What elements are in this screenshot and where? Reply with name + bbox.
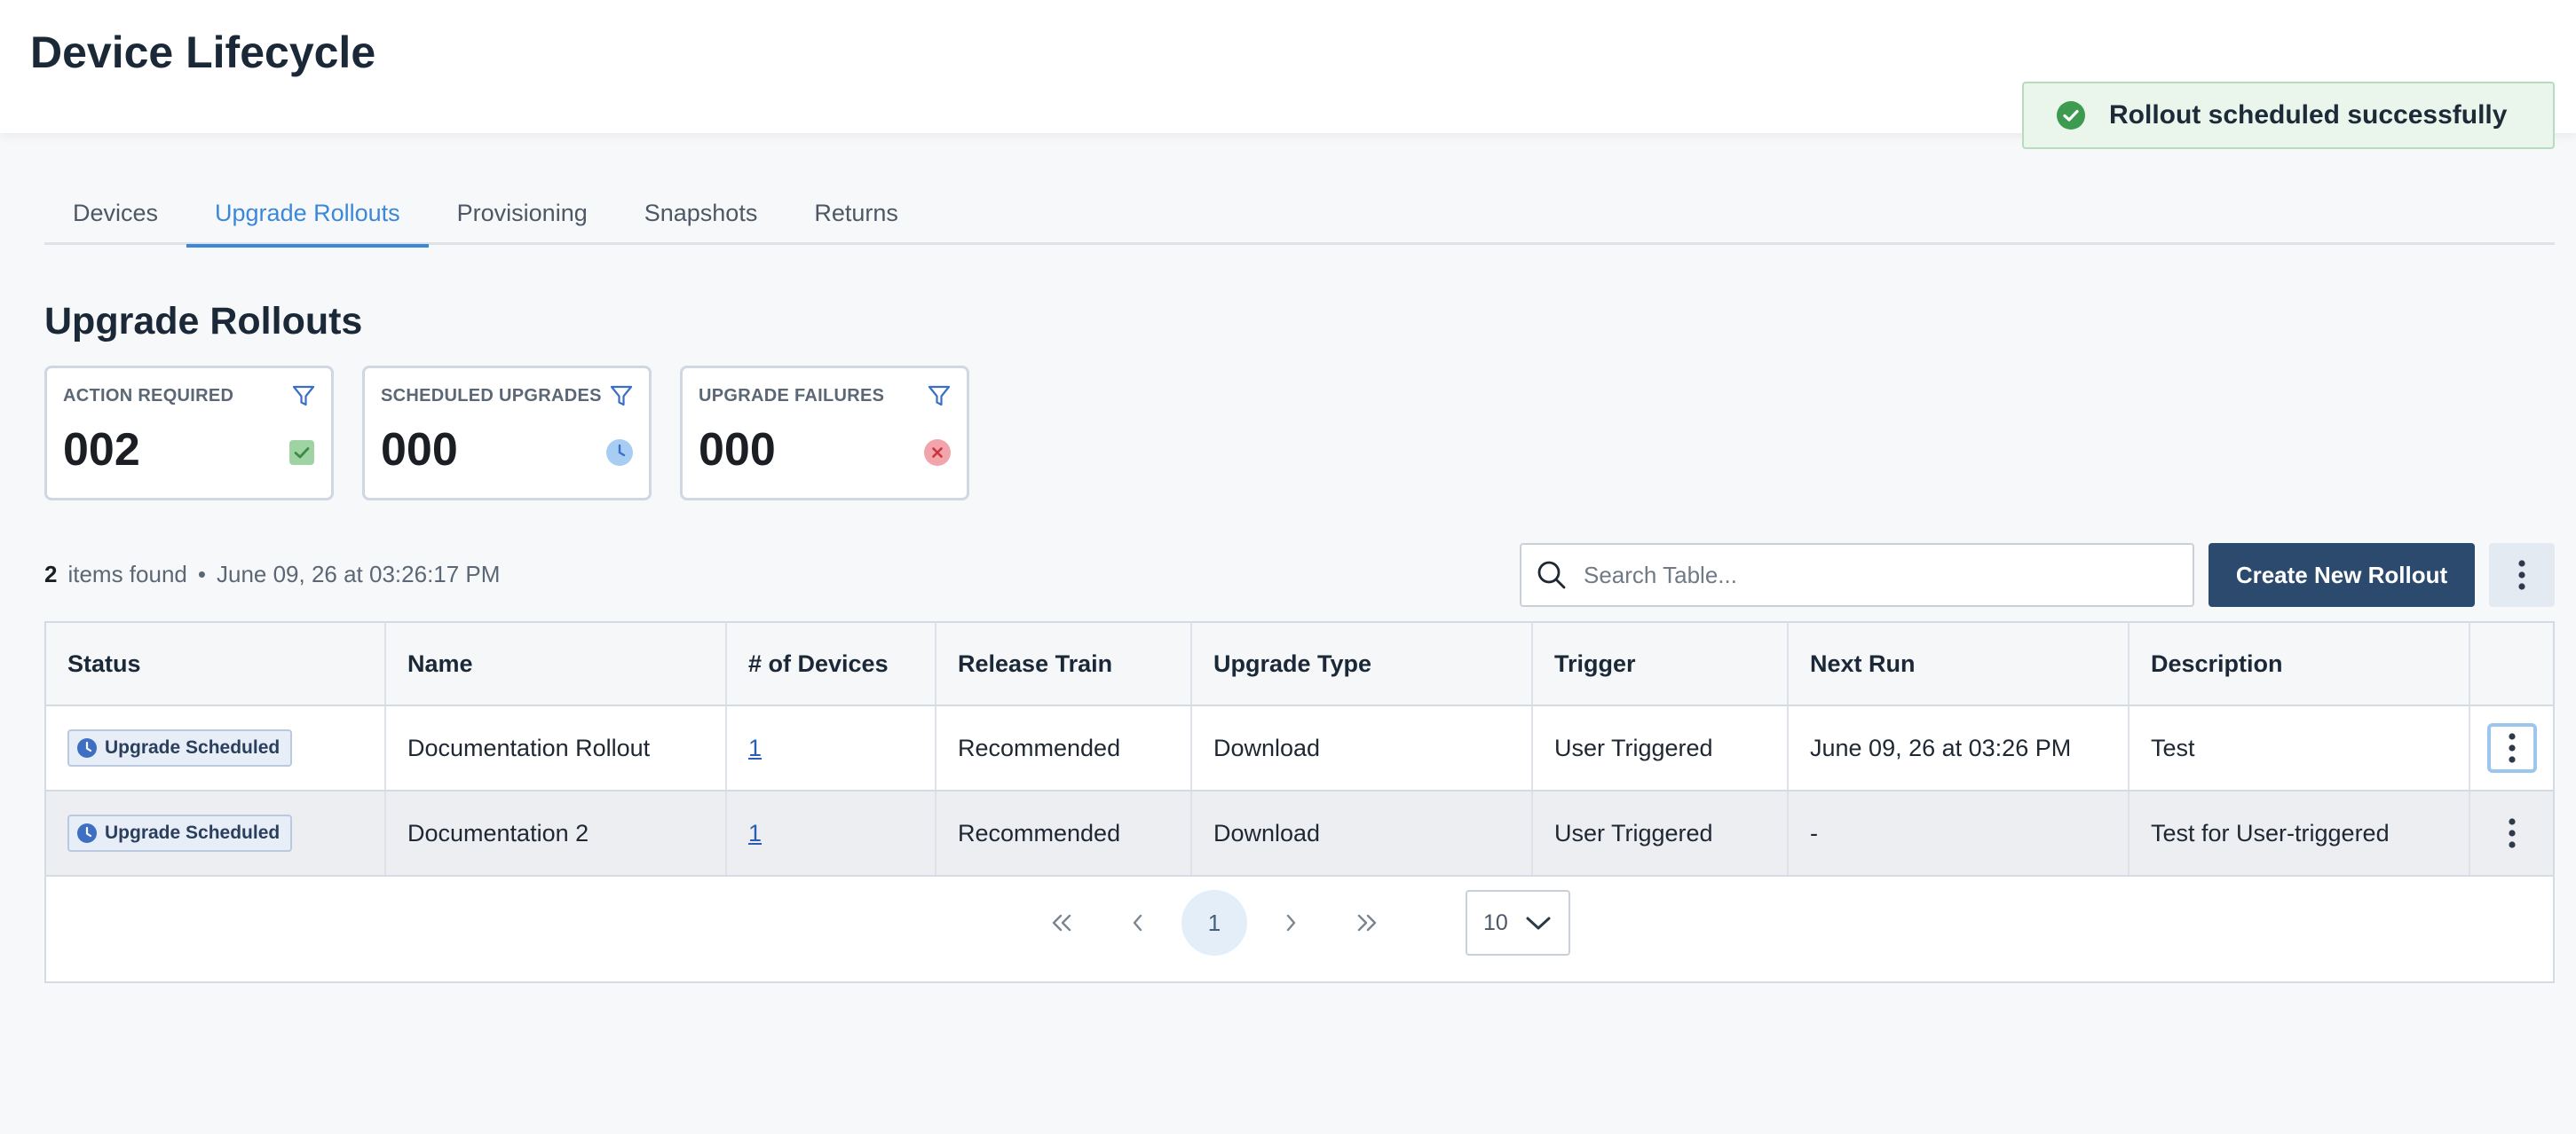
- device-count-link[interactable]: 1: [748, 735, 762, 762]
- error-badge-icon: [924, 439, 951, 466]
- column-header-devices[interactable]: # of Devices: [727, 623, 936, 705]
- description-cell: Test: [2130, 706, 2470, 790]
- previous-page-button[interactable]: [1105, 890, 1171, 956]
- create-new-rollout-button[interactable]: Create New Rollout: [2209, 543, 2475, 607]
- clock-icon: [77, 738, 97, 758]
- last-page-button[interactable]: [1334, 890, 1400, 956]
- clock-badge-icon: [606, 439, 633, 466]
- tab-bar: Devices Upgrade Rollouts Provisioning Sn…: [44, 181, 2555, 248]
- results-summary: 2 items found • June 09, 26 at 03:26:17 …: [44, 561, 500, 588]
- tab-provisioning[interactable]: Provisioning: [429, 181, 616, 245]
- tab-snapshots[interactable]: Snapshots: [616, 181, 786, 245]
- devices-cell: 1: [727, 706, 936, 790]
- more-options-button[interactable]: [2489, 543, 2555, 607]
- table-header-row: Status Name # of Devices Release Train U…: [46, 623, 2553, 706]
- double-chevron-left-icon: [1052, 914, 1071, 932]
- status-text: Upgrade Scheduled: [105, 737, 281, 758]
- card-label: ACTION REQUIRED: [63, 386, 234, 406]
- double-chevron-right-icon: [1357, 914, 1377, 932]
- upgrade-type-cell: Download: [1192, 791, 1533, 875]
- first-page-button[interactable]: [1029, 890, 1094, 956]
- next-run-cell: -: [1789, 791, 2130, 875]
- column-header-status[interactable]: Status: [46, 623, 386, 705]
- success-toast: Rollout scheduled successfully: [2022, 82, 2555, 149]
- check-circle-icon: [2057, 101, 2085, 130]
- status-cell: Upgrade Scheduled: [46, 706, 386, 790]
- card-label: UPGRADE FAILURES: [699, 386, 885, 406]
- devices-cell: 1: [727, 791, 936, 875]
- column-header-description[interactable]: Description: [2130, 623, 2470, 705]
- card-upgrade-failures: UPGRADE FAILURES 000: [680, 366, 969, 500]
- tab-devices[interactable]: Devices: [44, 181, 186, 245]
- check-badge-icon: [289, 440, 314, 465]
- release-train-cell: Recommended: [936, 791, 1192, 875]
- status-cell: Upgrade Scheduled: [46, 791, 386, 875]
- status-badge: Upgrade Scheduled: [67, 815, 293, 852]
- kebab-menu-icon: [2518, 560, 2525, 590]
- search-icon: [1537, 561, 1566, 589]
- tab-upgrade-rollouts[interactable]: Upgrade Rollouts: [186, 181, 429, 248]
- rollouts-table: Status Name # of Devices Release Train U…: [44, 621, 2555, 983]
- row-actions-cell: [2470, 706, 2553, 790]
- pagination: 1 10: [46, 887, 2553, 958]
- page-size-select[interactable]: 10: [1466, 890, 1570, 956]
- column-header-trigger[interactable]: Trigger: [1533, 623, 1789, 705]
- card-scheduled-upgrades: SCHEDULED UPGRADES 000: [362, 366, 652, 500]
- page-size-value: 10: [1483, 910, 1508, 935]
- description-cell: Test for User-triggered: [2130, 791, 2470, 875]
- filter-icon[interactable]: [290, 382, 317, 409]
- name-cell: Documentation 2: [386, 791, 727, 875]
- chevron-left-icon: [1133, 914, 1142, 932]
- table-row[interactable]: Upgrade Scheduled Documentation 2 1 Reco…: [46, 791, 2553, 877]
- kebab-menu-icon: [2508, 733, 2516, 763]
- last-updated-timestamp: June 09, 26 at 03:26:17 PM: [216, 561, 501, 587]
- summary-cards: ACTION REQUIRED 002 SCHEDULED UPGRADES 0…: [44, 366, 969, 500]
- current-page-button[interactable]: 1: [1181, 890, 1247, 956]
- card-label: SCHEDULED UPGRADES: [381, 386, 602, 406]
- status-text: Upgrade Scheduled: [105, 823, 281, 843]
- column-header-name[interactable]: Name: [386, 623, 727, 705]
- items-label: items found: [67, 561, 187, 587]
- column-header-release-train[interactable]: Release Train: [936, 623, 1192, 705]
- row-actions-cell: [2470, 791, 2553, 875]
- filter-icon[interactable]: [608, 382, 635, 409]
- card-action-required: ACTION REQUIRED 002: [44, 366, 334, 500]
- chevron-down-icon: [1526, 917, 1551, 930]
- card-value: 002: [63, 424, 140, 476]
- status-badge: Upgrade Scheduled: [67, 729, 293, 767]
- trigger-cell: User Triggered: [1533, 706, 1789, 790]
- clock-icon: [77, 823, 97, 843]
- card-value: 000: [699, 424, 776, 476]
- filter-icon[interactable]: [926, 382, 952, 409]
- chevron-right-icon: [1286, 914, 1296, 932]
- trigger-cell: User Triggered: [1533, 791, 1789, 875]
- next-page-button[interactable]: [1258, 890, 1324, 956]
- row-actions-button[interactable]: [2486, 723, 2537, 773]
- release-train-cell: Recommended: [936, 706, 1192, 790]
- toast-message: Rollout scheduled successfully: [2109, 100, 2508, 130]
- table-row[interactable]: Upgrade Scheduled Documentation Rollout …: [46, 706, 2553, 791]
- search-box: [1520, 543, 2194, 607]
- column-header-next-run[interactable]: Next Run: [1789, 623, 2130, 705]
- column-header-upgrade-type[interactable]: Upgrade Type: [1192, 623, 1533, 705]
- name-cell: Documentation Rollout: [386, 706, 727, 790]
- app-title: Device Lifecycle: [30, 28, 376, 77]
- device-count-link[interactable]: 1: [748, 820, 762, 847]
- column-header-actions: [2470, 623, 2553, 705]
- separator-dot: •: [197, 561, 206, 587]
- items-count: 2: [44, 561, 58, 587]
- row-actions-button[interactable]: [2487, 808, 2537, 858]
- search-input[interactable]: [1584, 561, 2193, 589]
- upgrade-type-cell: Download: [1192, 706, 1533, 790]
- card-value: 000: [381, 424, 458, 476]
- next-run-cell: June 09, 26 at 03:26 PM: [1789, 706, 2130, 790]
- page-title: Upgrade Rollouts: [44, 300, 363, 343]
- kebab-menu-icon: [2508, 818, 2516, 848]
- tab-returns[interactable]: Returns: [786, 181, 927, 245]
